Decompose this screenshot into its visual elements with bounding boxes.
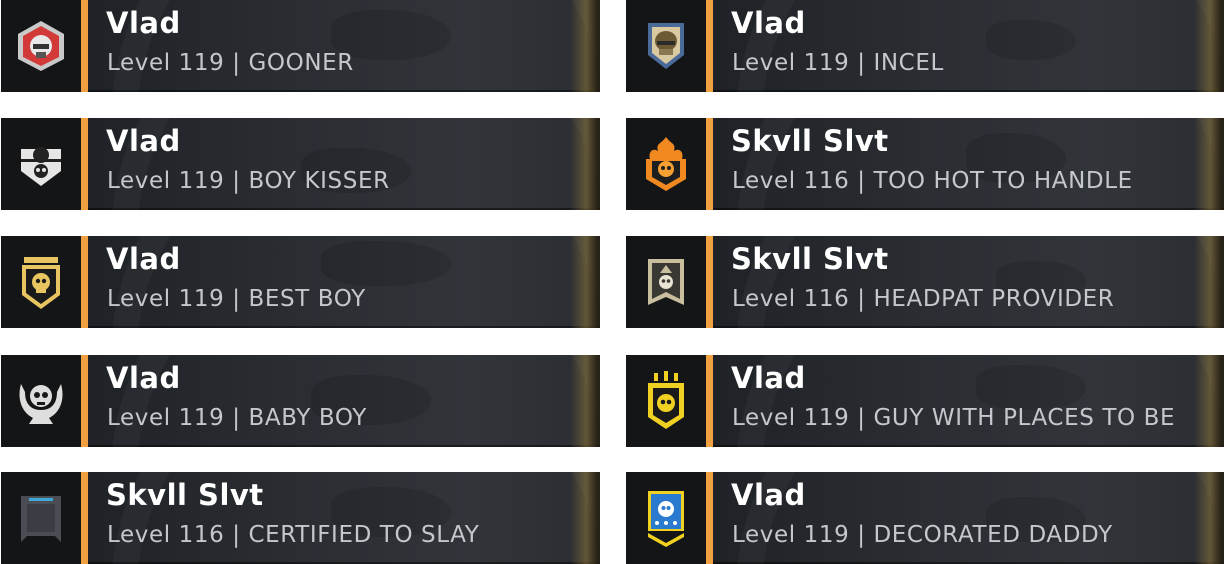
emblem [626, 236, 706, 328]
player-name: Skvll Slvt [106, 478, 264, 512]
player-card[interactable]: Vlad Level 119 | GOONER [1, 0, 600, 92]
map-decoration [986, 20, 1076, 60]
accent-bar [706, 118, 713, 210]
emblem [1, 355, 81, 447]
player-level-title: Level 119 | BABY BOY [107, 405, 367, 431]
blue-helmet-emblem-icon [648, 23, 684, 69]
player-level-title: Level 119 | GUY WITH PLACES TO BE [732, 405, 1176, 431]
emblem [626, 355, 706, 447]
player-level-title: Level 116 | HEADPAT PROVIDER [732, 286, 1115, 312]
emblem [626, 472, 706, 564]
accent-bar [81, 355, 88, 447]
player-level-title: Level 119 | GOONER [107, 50, 354, 76]
yellow-skull-badge-emblem-icon [648, 371, 684, 429]
emblem [1, 472, 81, 564]
player-level-title: Level 116 | TOO HOT TO HANDLE [732, 168, 1133, 194]
accent-bar [706, 355, 713, 447]
accent-bar [706, 236, 713, 328]
accent-bar [81, 236, 88, 328]
map-decoration [976, 365, 1086, 410]
accent-bar [706, 472, 713, 564]
emblem [626, 0, 706, 92]
player-name: Vlad [106, 242, 181, 276]
player-card[interactable]: Skvll Slvt Level 116 | CERTIFIED TO SLAY [1, 472, 600, 564]
emblem [626, 118, 706, 210]
player-card[interactable]: Skvll Slvt Level 116 | TOO HOT TO HANDLE [626, 118, 1224, 210]
player-name: Vlad [731, 6, 806, 40]
accent-bar [81, 0, 88, 92]
player-card[interactable]: Vlad Level 119 | INCEL [626, 0, 1224, 92]
player-card[interactable]: Vlad Level 119 | BOY KISSER [1, 118, 600, 210]
white-skull-shield-emblem-icon [21, 147, 61, 186]
blue-star-skull-emblem-icon [648, 491, 684, 547]
player-name: Vlad [106, 124, 181, 158]
accent-bar [81, 472, 88, 564]
red-shield-helmet-emblem-icon [18, 21, 64, 71]
player-card[interactable]: Vlad Level 119 | GUY WITH PLACES TO BE [626, 355, 1224, 447]
player-level-title: Level 119 | INCEL [732, 50, 944, 76]
player-level-title: Level 119 | BOY KISSER [107, 168, 390, 194]
emblem [1, 236, 81, 328]
player-name: Vlad [106, 6, 181, 40]
tan-skull-banner-emblem-icon [648, 259, 684, 305]
map-decoration [321, 241, 451, 286]
player-card[interactable]: Skvll Slvt Level 116 | HEADPAT PROVIDER [626, 236, 1224, 328]
player-card[interactable]: Vlad Level 119 | BABY BOY [1, 355, 600, 447]
player-name: Vlad [731, 361, 806, 395]
player-name: Skvll Slvt [731, 124, 889, 158]
emblem [1, 0, 81, 92]
accent-bar [706, 0, 713, 92]
player-name: Vlad [731, 478, 806, 512]
orange-flaming-skull-emblem-icon [646, 137, 686, 191]
player-level-title: Level 116 | CERTIFIED TO SLAY [107, 522, 480, 548]
player-name: Skvll Slvt [731, 242, 889, 276]
player-card[interactable]: Vlad Level 119 | DECORATED DADDY [626, 472, 1224, 564]
grey-blue-plate-emblem-icon [21, 496, 61, 542]
accent-bar [81, 118, 88, 210]
emblem [1, 118, 81, 210]
player-level-title: Level 119 | DECORATED DADDY [732, 522, 1113, 548]
player-name: Vlad [106, 361, 181, 395]
player-card[interactable]: Vlad Level 119 | BEST BOY [1, 236, 600, 328]
player-level-title: Level 119 | BEST BOY [107, 286, 366, 312]
gold-skull-crest-emblem-icon [22, 257, 60, 309]
white-winged-skull-emblem-icon [19, 384, 63, 424]
